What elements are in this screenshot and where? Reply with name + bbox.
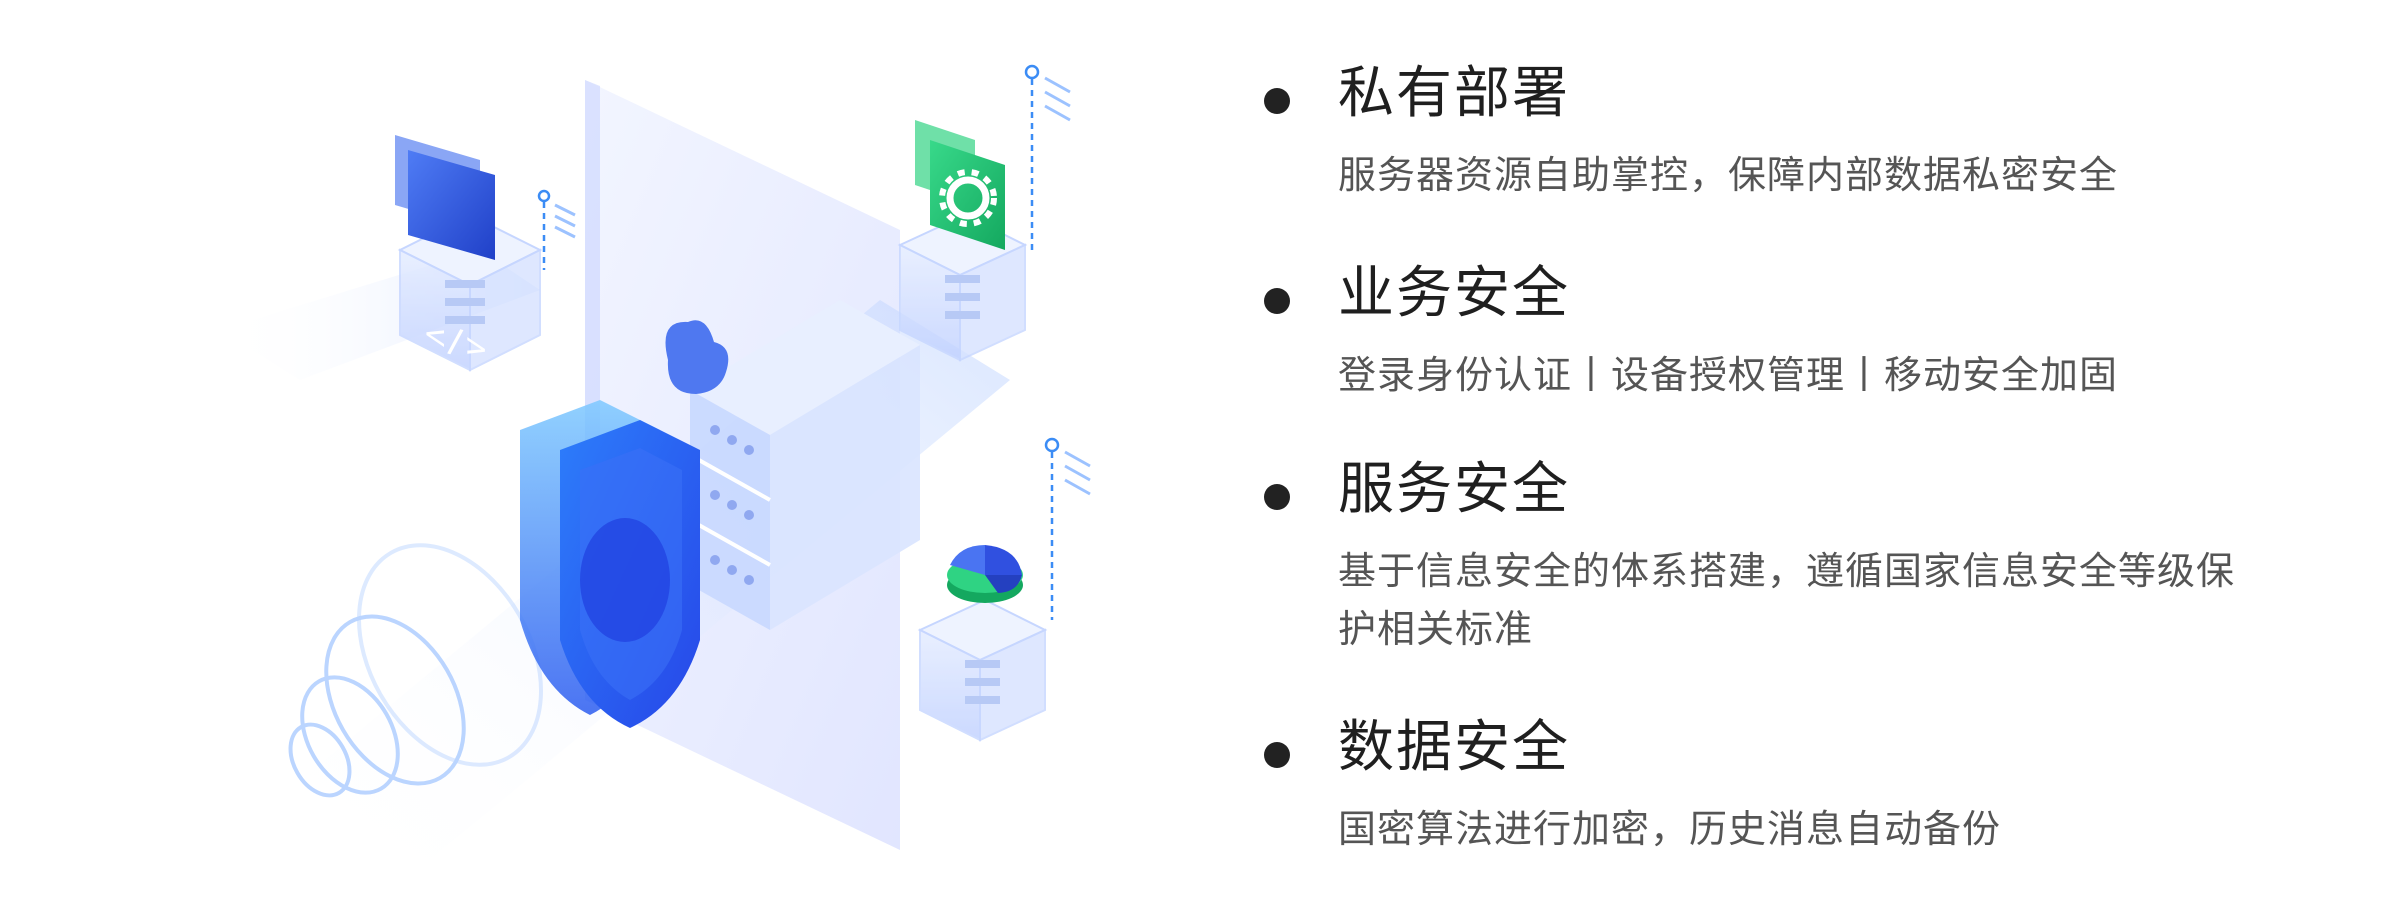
feature-service-security: 服务安全 基于信息安全的体系搭建，遵循国家信息安全等级保护相关标准 (1240, 448, 2380, 706)
gear-box (897, 213, 1028, 362)
gear-box-marker (1024, 64, 1071, 250)
bullet-icon (1264, 484, 1290, 510)
pie-box-marker (1044, 437, 1091, 620)
feature-title: 数据安全 (1338, 715, 1570, 780)
feature-data-security: 数据安全 国密算法进行加密，历史消息自动备份 (1240, 706, 2380, 858)
feature-description: 基于信息安全的体系搭建，遵循国家信息安全等级保护相关标准 (1338, 549, 2236, 651)
feature-list: 私有部署 服务器资源自助掌控，保障内部数据私密安全 业务安全 登录身份认证丨设备… (1240, 52, 2380, 858)
bullet-icon (1264, 88, 1290, 114)
feature-description: 国密算法进行加密，历史消息自动备份 (1338, 807, 2002, 851)
code-box-marker (537, 189, 576, 270)
feature-title: 业务安全 (1338, 261, 1570, 326)
pie-box (917, 598, 1048, 742)
gear-icon (915, 120, 1005, 250)
feature-title: 服务安全 (1338, 457, 1570, 522)
feature-description: 服务器资源自助掌控，保障内部数据私密安全 (1338, 153, 2119, 197)
bullet-icon (1264, 742, 1290, 768)
feature-description: 登录身份认证丨设备授权管理丨移动安全加固 (1338, 353, 2119, 397)
security-illustration-graphic: </> (220, 64, 1091, 860)
bullet-icon (1264, 288, 1290, 314)
pie-chart-icon (947, 545, 1023, 603)
feature-private-deployment: 私有部署 服务器资源自助掌控，保障内部数据私密安全 (1240, 52, 2380, 252)
feature-title: 私有部署 (1338, 61, 1570, 126)
security-illustration: </> (0, 0, 1200, 900)
feature-business-security: 业务安全 登录身份认证丨设备授权管理丨移动安全加固 (1240, 252, 2380, 448)
